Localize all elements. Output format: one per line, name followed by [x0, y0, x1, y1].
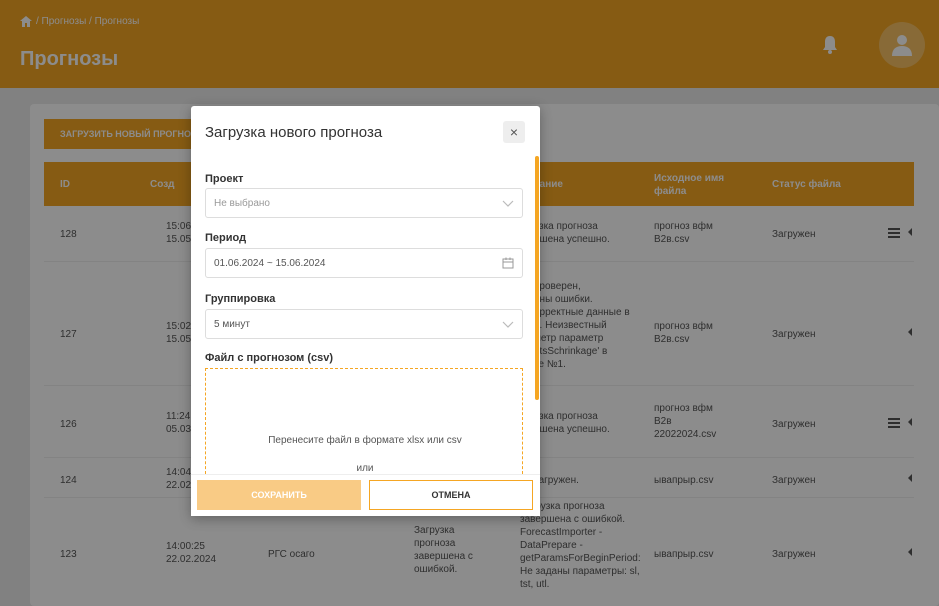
modal-footer: СОХРАНИТЬ ОТМЕНА [191, 474, 540, 516]
grouping-value: 5 минут [214, 318, 250, 330]
project-select-value: Не выбрано [214, 197, 270, 209]
drop-hint: Перенесите файл в формате xlsx или csv [268, 435, 462, 446]
grouping-select[interactable]: 5 минут [205, 309, 523, 339]
period-date-range[interactable]: 01.06.2024 ~ 15.06.2024 [205, 248, 523, 278]
file-dropzone[interactable]: Перенесите файл в формате xlsx или csv и… [205, 368, 523, 474]
modal-scrollbar[interactable] [535, 156, 539, 400]
calendar-icon [502, 257, 514, 269]
close-button[interactable]: × [503, 121, 525, 143]
chevron-down-icon [502, 200, 514, 207]
save-button[interactable]: СОХРАНИТЬ [197, 480, 361, 510]
project-select[interactable]: Не выбрано [205, 188, 523, 218]
grouping-label: Группировка [205, 293, 276, 305]
period-value: 01.06.2024 ~ 15.06.2024 [214, 257, 326, 269]
period-label: Период [205, 232, 247, 244]
file-label: Файл с прогнозом (csv) [205, 352, 334, 364]
or-text: или [356, 463, 374, 474]
chevron-down-icon [502, 321, 514, 328]
project-label: Проект [205, 173, 244, 185]
cancel-button[interactable]: ОТМЕНА [369, 480, 533, 510]
upload-forecast-modal: Загрузка нового прогноза × Проект Не выб… [191, 106, 540, 516]
modal-title: Загрузка нового прогноза [205, 124, 383, 141]
